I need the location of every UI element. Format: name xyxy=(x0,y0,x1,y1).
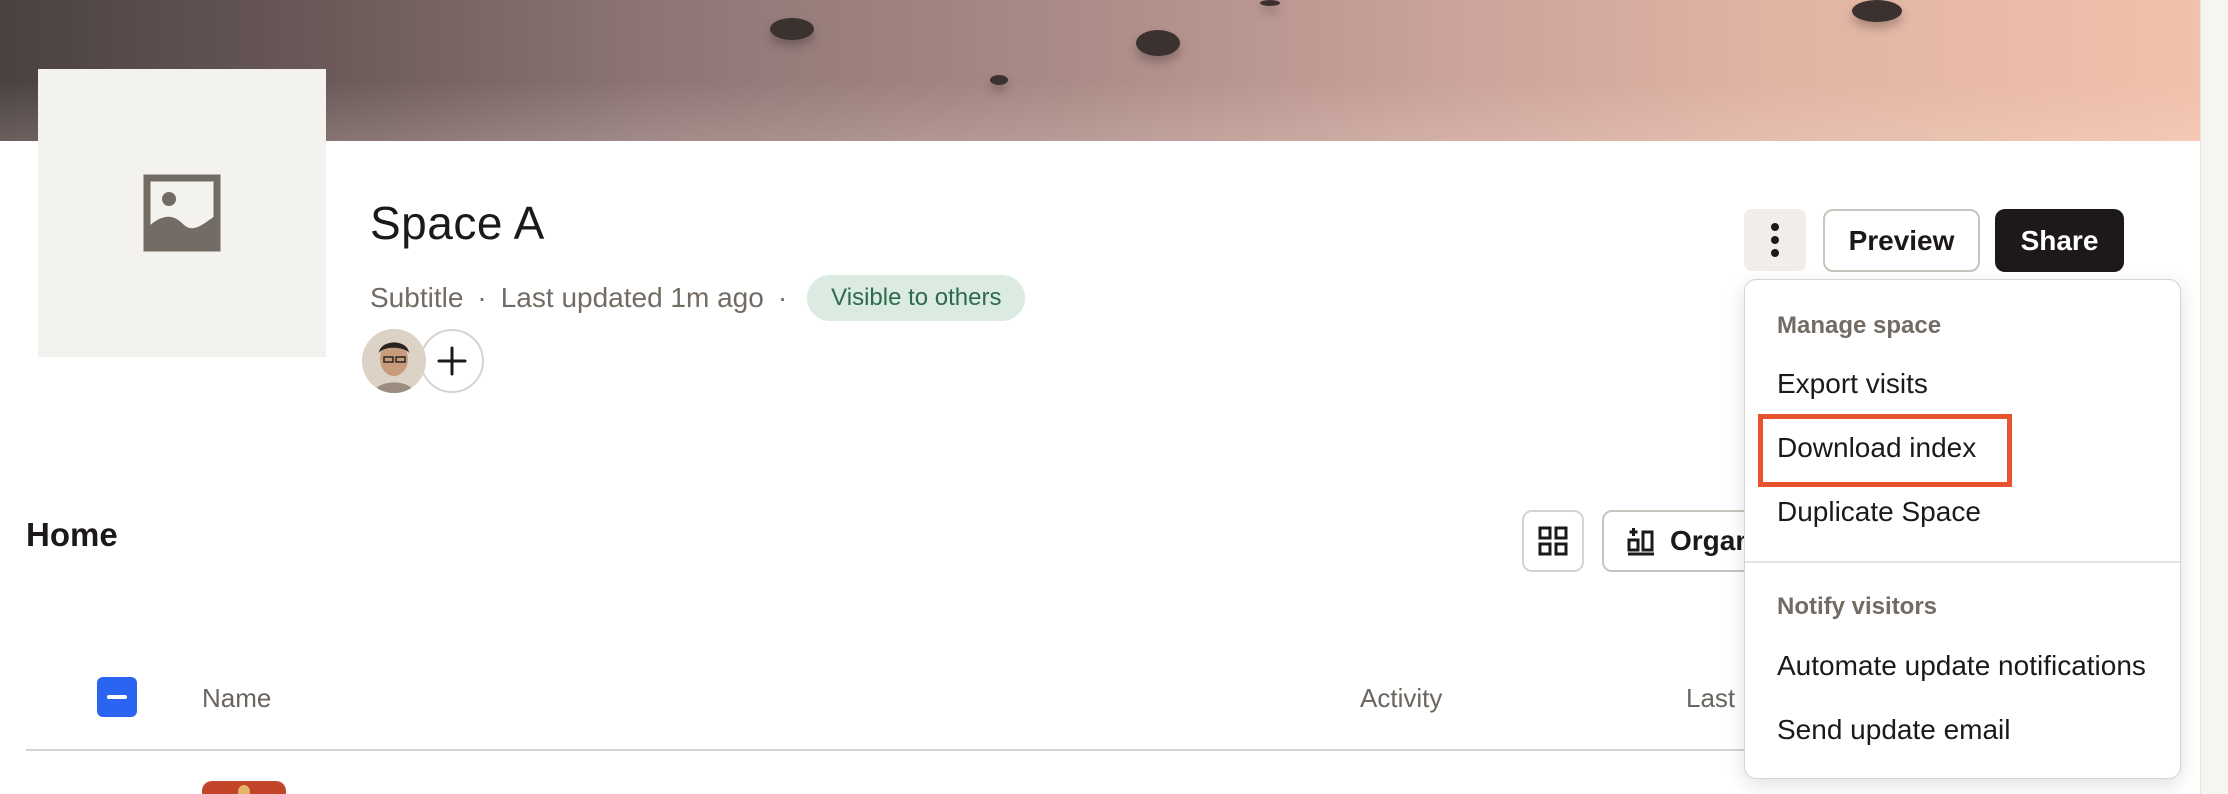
organize-icon xyxy=(1627,528,1654,556)
pebble xyxy=(1852,0,1902,22)
meta-separator: · xyxy=(477,282,487,313)
cover-image xyxy=(0,0,2200,141)
space-subtitle[interactable]: Subtitle xyxy=(370,282,463,314)
menu-divider xyxy=(1745,561,2180,563)
column-header-activity[interactable]: Activity xyxy=(1360,683,1442,714)
file-thumbnail[interactable] xyxy=(202,781,286,794)
menu-item-export-visits[interactable]: Export visits xyxy=(1777,368,1928,400)
avatar[interactable] xyxy=(362,329,426,393)
pebble xyxy=(1136,30,1180,56)
add-member-button[interactable] xyxy=(420,329,484,393)
scrollbar-track[interactable] xyxy=(2200,0,2228,794)
members xyxy=(362,329,484,393)
menu-heading-notify-visitors: Notify visitors xyxy=(1777,593,1938,620)
table-divider xyxy=(26,749,1776,751)
plus-icon xyxy=(437,346,467,376)
menu-heading-manage-space: Manage space xyxy=(1777,312,1942,339)
grid-icon xyxy=(1538,526,1568,556)
menu-item-download-index[interactable]: Download index xyxy=(1777,432,1976,464)
more-vertical-icon xyxy=(1771,223,1779,257)
menu-item-automate-update-notifications[interactable]: Automate update notifications xyxy=(1777,650,2146,682)
more-options-button[interactable] xyxy=(1744,209,1806,271)
pebble xyxy=(1260,0,1280,6)
section-title: Home xyxy=(26,516,118,553)
select-all-checkbox[interactable] xyxy=(97,677,137,717)
image-placeholder-icon xyxy=(143,174,221,252)
share-button[interactable]: Share xyxy=(1995,209,2124,272)
visibility-badge[interactable]: Visible to others xyxy=(807,275,1026,321)
last-updated: Last updated 1m ago xyxy=(500,282,764,313)
space-meta: Subtitle · Last updated 1m ago · Visible… xyxy=(370,275,1026,321)
space-thumbnail[interactable] xyxy=(38,69,326,357)
indeterminate-icon xyxy=(107,695,127,699)
pebble xyxy=(770,18,814,40)
grid-view-button[interactable] xyxy=(1522,510,1584,572)
meta-separator: · xyxy=(777,282,788,313)
space-title[interactable]: Space A xyxy=(370,196,545,250)
pebble xyxy=(990,75,1008,85)
preview-button[interactable]: Preview xyxy=(1823,209,1980,272)
more-options-menu: Manage space Export visits Download inde… xyxy=(1744,279,2181,779)
menu-item-send-update-email[interactable]: Send update email xyxy=(1777,714,2011,746)
column-header-name[interactable]: Name xyxy=(202,683,271,714)
menu-item-duplicate-space[interactable]: Duplicate Space xyxy=(1777,496,1981,528)
avatar-photo xyxy=(362,329,426,393)
